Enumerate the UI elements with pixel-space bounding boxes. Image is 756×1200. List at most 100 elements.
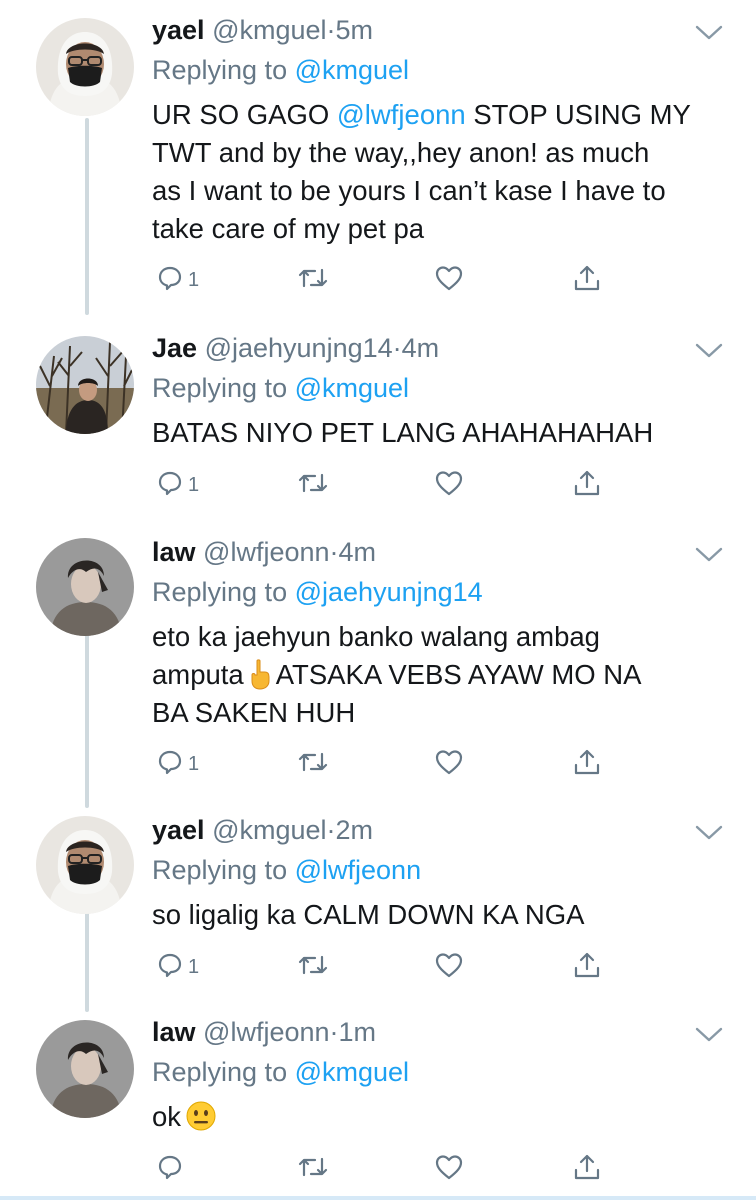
replying-to-mention[interactable]: @kmguel — [295, 373, 409, 403]
replying-to-mention[interactable]: @kmguel — [295, 55, 409, 85]
bottom-divider — [0, 1196, 756, 1200]
display-name[interactable]: yael — [152, 815, 205, 845]
user-handle[interactable]: @kmguel — [212, 815, 326, 845]
tweet-actions: 1 — [0, 945, 756, 985]
replying-to-label: Replying to — [152, 55, 288, 85]
reply-count: 1 — [188, 473, 200, 496]
mention-link[interactable]: @lwfjeonn — [337, 99, 466, 130]
reply-icon — [156, 748, 184, 776]
share-button[interactable] — [572, 1147, 602, 1187]
tweet-text-line: take care of my pet pa — [152, 213, 425, 244]
share-button[interactable] — [572, 258, 602, 298]
retweet-icon — [297, 1153, 329, 1181]
timestamp[interactable]: 2m — [336, 815, 374, 845]
replying-to: Replying to @kmguel — [152, 1054, 409, 1090]
tweet-text-line: BATAS NIYO PET LANG AHAHAHAHAH — [152, 417, 654, 448]
retweet-button[interactable] — [297, 258, 329, 298]
heart-icon — [434, 951, 464, 979]
replying-to: Replying to @lwfjeonn — [152, 852, 421, 888]
retweet-button[interactable] — [297, 945, 329, 985]
retweet-icon — [297, 264, 329, 292]
share-icon — [572, 747, 602, 777]
tweet-actions: 1 — [0, 258, 756, 298]
reply-icon — [156, 469, 184, 497]
chevron-down-icon[interactable] — [694, 22, 724, 42]
tweet-text-line: BA SAKEN HUH — [152, 697, 356, 728]
separator-dot: · — [326, 815, 336, 845]
replying-to: Replying to @kmguel — [152, 370, 409, 406]
chevron-down-icon[interactable] — [694, 544, 724, 564]
share-icon — [572, 468, 602, 498]
user-handle[interactable]: @lwfjeonn — [203, 537, 329, 567]
display-name[interactable]: law — [152, 1017, 196, 1047]
like-button[interactable] — [434, 1147, 464, 1187]
reply-button[interactable] — [156, 1147, 188, 1187]
tweet-header: law @lwfjeonn·1m — [152, 1012, 376, 1052]
reply-button[interactable]: 1 — [156, 945, 199, 985]
like-button[interactable] — [434, 742, 464, 782]
tweet-header: Jae @jaehyunjng14·4m — [152, 328, 439, 368]
user-handle[interactable]: @lwfjeonn — [203, 1017, 329, 1047]
user-handle[interactable]: @kmguel — [212, 15, 326, 45]
chevron-down-icon[interactable] — [694, 1024, 724, 1044]
replying-to-label: Replying to — [152, 855, 288, 885]
reply-count: 1 — [188, 752, 200, 775]
replying-to-mention[interactable]: @kmguel — [295, 1057, 409, 1087]
separator-dot: · — [392, 333, 402, 363]
avatar[interactable] — [36, 1020, 134, 1118]
like-button[interactable] — [434, 463, 464, 503]
tweet-text: BATAS NIYO PET LANG AHAHAHAHAH — [152, 414, 722, 452]
replying-to-mention[interactable]: @jaehyunjng14 — [295, 577, 483, 607]
display-name[interactable]: yael — [152, 15, 205, 45]
text-segment: STOP USING MY — [465, 99, 691, 130]
neutral-face-emoji — [185, 1100, 217, 1132]
like-button[interactable] — [434, 945, 464, 985]
reply-button[interactable]: 1 — [156, 258, 199, 298]
tweet-text: so ligalig ka CALM DOWN KA NGA — [152, 896, 722, 934]
separator-dot: · — [326, 15, 336, 45]
user-handle[interactable]: @jaehyunjng14 — [205, 333, 393, 363]
retweet-button[interactable] — [297, 742, 329, 782]
tweet-text: UR SO GAGO @lwfjeonn STOP USING MY TWT a… — [152, 96, 722, 248]
tweet-text-line: UR SO GAGO @lwfjeonn STOP USING MY — [152, 96, 722, 134]
tweet-actions: 1 — [0, 463, 756, 503]
display-name[interactable]: Jae — [152, 333, 197, 363]
heart-icon — [434, 1153, 464, 1181]
retweet-icon — [297, 469, 329, 497]
tweet-text-line: eto ka jaehyun banko walang ambag — [152, 621, 600, 652]
avatar[interactable] — [36, 538, 134, 636]
avatar[interactable] — [36, 18, 134, 116]
replying-to-label: Replying to — [152, 373, 288, 403]
tweet-text: eto ka jaehyun banko walang ambag amputa… — [152, 618, 722, 732]
share-button[interactable] — [572, 945, 602, 985]
avatar[interactable] — [36, 336, 134, 434]
tweet-text-line: ok — [152, 1098, 722, 1136]
replying-to-mention[interactable]: @lwfjeonn — [295, 855, 421, 885]
timestamp[interactable]: 1m — [339, 1017, 377, 1047]
avatar[interactable] — [36, 816, 134, 914]
replying-to-label: Replying to — [152, 577, 288, 607]
heart-icon — [434, 264, 464, 292]
text-segment: ok — [152, 1101, 182, 1132]
timestamp[interactable]: 5m — [336, 15, 374, 45]
tweet-actions — [0, 1147, 756, 1187]
timestamp[interactable]: 4m — [339, 537, 377, 567]
pointing-up-hand-emoji — [248, 658, 272, 690]
reply-icon — [156, 951, 184, 979]
text-segment: ATSAKA VEBS AYAW MO NA — [275, 659, 642, 690]
chevron-down-icon[interactable] — [694, 822, 724, 842]
like-button[interactable] — [434, 258, 464, 298]
share-icon — [572, 1152, 602, 1182]
reply-button[interactable]: 1 — [156, 463, 199, 503]
retweet-button[interactable] — [297, 1147, 329, 1187]
share-button[interactable] — [572, 742, 602, 782]
display-name[interactable]: law — [152, 537, 196, 567]
separator-dot: · — [329, 537, 339, 567]
retweet-button[interactable] — [297, 463, 329, 503]
tweet-text-line: TWT and by the way,,hey anon! as much — [152, 137, 650, 168]
retweet-icon — [297, 748, 329, 776]
share-button[interactable] — [572, 463, 602, 503]
reply-button[interactable]: 1 — [156, 742, 199, 782]
timestamp[interactable]: 4m — [402, 333, 440, 363]
chevron-down-icon[interactable] — [694, 340, 724, 360]
